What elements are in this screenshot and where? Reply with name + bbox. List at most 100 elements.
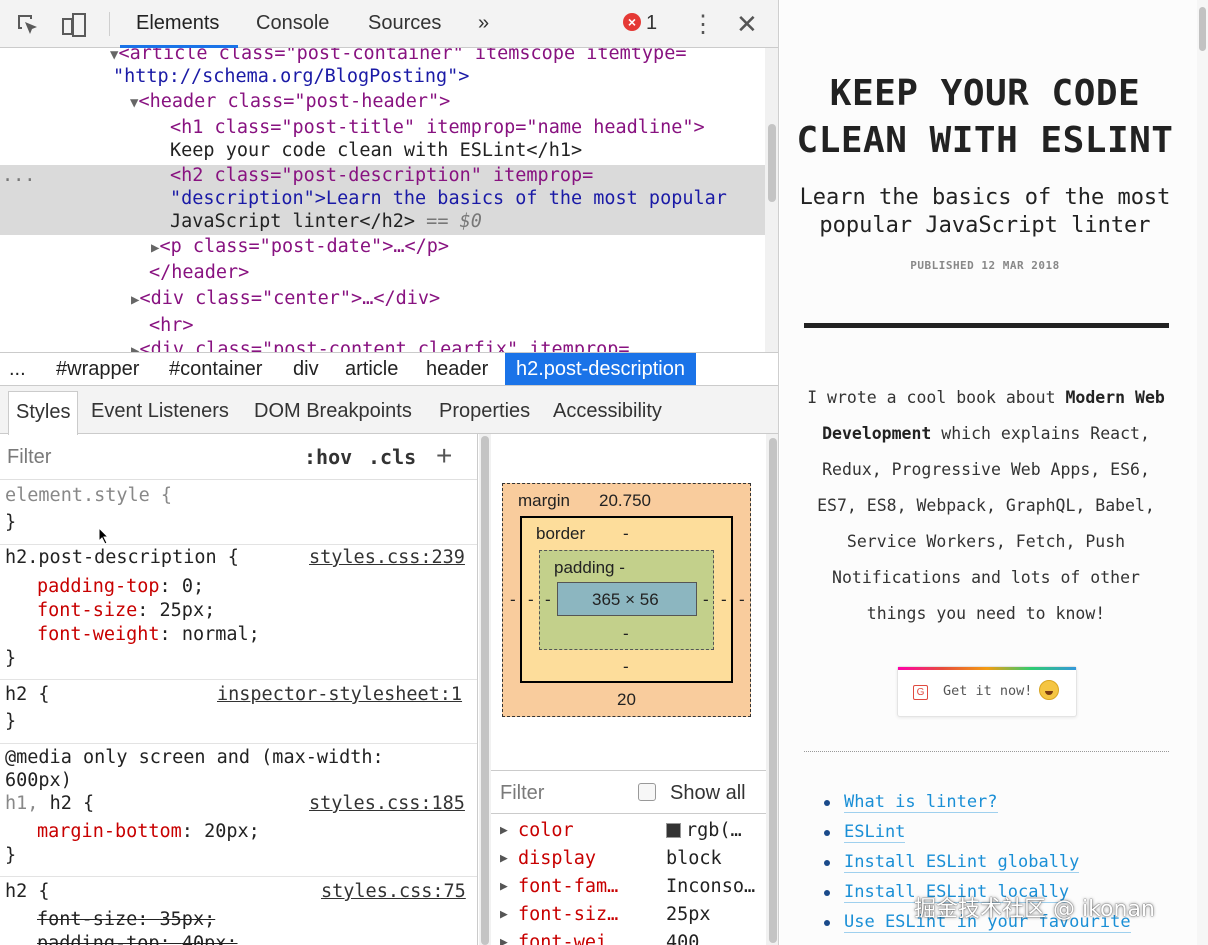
tab-styles[interactable]: Styles bbox=[8, 391, 79, 435]
tab-elements[interactable]: Elements bbox=[136, 12, 219, 35]
node-actions-ellipsis[interactable]: ... bbox=[2, 164, 35, 188]
rule-selector[interactable]: element.style { bbox=[5, 484, 172, 508]
error-icon[interactable]: × bbox=[623, 13, 641, 31]
computed-property-row[interactable]: ▶ display block bbox=[491, 846, 766, 874]
smile-emoji-icon bbox=[1039, 680, 1059, 700]
margin-left-value[interactable]: - bbox=[510, 590, 516, 610]
watermark: 掘金技术社区 @ ikonan bbox=[914, 897, 1155, 922]
computed-property-value: Inconso… bbox=[666, 876, 756, 897]
dom-header-close[interactable]: </header> bbox=[149, 261, 249, 285]
tab-accessibility[interactable]: Accessibility bbox=[553, 400, 662, 423]
breadcrumb-header[interactable]: header bbox=[426, 358, 488, 381]
hover-state-toggle[interactable]: :hov bbox=[304, 445, 352, 469]
computed-scrollbar[interactable] bbox=[766, 434, 778, 945]
toc-item: Install ESLint globally bbox=[820, 850, 1180, 880]
tab-console[interactable]: Console bbox=[256, 12, 329, 35]
class-toggle[interactable]: .cls bbox=[368, 445, 416, 469]
breadcrumb-div[interactable]: div bbox=[293, 358, 319, 381]
breadcrumb-wrapper[interactable]: #wrapper bbox=[56, 358, 139, 381]
rule-selector[interactable]: h2.post-description { bbox=[5, 546, 239, 570]
dom-node-p-date[interactable]: ▶<p class="post-date">…</p> bbox=[151, 235, 449, 260]
css-declaration[interactable]: margin-bottom: 20px; bbox=[37, 820, 260, 844]
tab-event-listeners[interactable]: Event Listeners bbox=[91, 400, 229, 423]
source-link[interactable]: styles.css:185 bbox=[309, 793, 465, 814]
css-declaration-overridden[interactable]: padding-top: 40px; bbox=[37, 932, 238, 945]
error-count[interactable]: 1 bbox=[646, 12, 657, 35]
dom-node-header[interactable]: ▼<header class="post-header"> bbox=[130, 90, 450, 115]
margin-right-value[interactable]: - bbox=[739, 590, 745, 610]
breadcrumb-h2-post-description[interactable]: h2.post-description bbox=[505, 353, 696, 385]
page-scrollbar-thumb[interactable] bbox=[1199, 7, 1206, 51]
breadcrumb: ... #wrapper #container div article head… bbox=[0, 352, 778, 386]
intro-text: I wrote a cool book about bbox=[807, 388, 1066, 407]
css-declaration[interactable]: padding-top: 0; bbox=[37, 575, 204, 599]
border-bottom-value[interactable]: - bbox=[623, 657, 629, 677]
get-it-now-button[interactable]: G Get it now! bbox=[897, 666, 1077, 717]
toc-item: What is linter? bbox=[820, 790, 1180, 820]
computed-filter-input[interactable]: Filter bbox=[500, 782, 544, 805]
device-toolbar-icon[interactable] bbox=[60, 11, 88, 39]
show-all-checkbox[interactable] bbox=[638, 783, 656, 801]
more-tabs-button[interactable]: » bbox=[478, 12, 489, 35]
dom-scrollbar-thumb[interactable] bbox=[768, 124, 776, 202]
css-declaration[interactable]: font-weight: normal; bbox=[37, 623, 260, 647]
source-link[interactable]: styles.css:239 bbox=[309, 547, 465, 568]
toc-link[interactable]: ESLint bbox=[844, 822, 906, 843]
css-declaration[interactable]: font-size: 25px; bbox=[37, 599, 215, 623]
page-scrollbar[interactable] bbox=[1197, 0, 1208, 945]
border-left-value[interactable]: - bbox=[528, 590, 534, 610]
close-icon[interactable]: ✕ bbox=[736, 9, 758, 40]
menu-icon[interactable]: ⋮ bbox=[691, 10, 715, 39]
styles-filter-input[interactable]: Filter bbox=[7, 446, 51, 469]
new-style-rule-icon[interactable]: + bbox=[436, 440, 452, 472]
border-top-value[interactable]: - bbox=[623, 524, 629, 544]
styles-scrollbar-thumb[interactable] bbox=[481, 436, 489, 945]
computed-property-row[interactable]: ▶ color rgb(… bbox=[491, 818, 766, 846]
tab-sources[interactable]: Sources bbox=[368, 12, 441, 35]
color-swatch[interactable] bbox=[666, 823, 681, 838]
tab-properties[interactable]: Properties bbox=[439, 400, 530, 423]
expand-triangle-icon[interactable]: ▶ bbox=[500, 935, 508, 945]
toc-link[interactable]: Install ESLint globally bbox=[844, 852, 1080, 873]
source-link[interactable]: inspector-stylesheet:1 bbox=[217, 684, 462, 705]
expand-triangle-icon[interactable]: ▶ bbox=[500, 823, 508, 838]
breadcrumb-more[interactable]: ... bbox=[9, 358, 26, 381]
tab-dom-breakpoints[interactable]: DOM Breakpoints bbox=[254, 400, 412, 423]
breadcrumb-container[interactable]: #container bbox=[169, 358, 262, 381]
content-size[interactable]: 365 × 56 bbox=[592, 590, 659, 610]
toc-link[interactable]: What is linter? bbox=[844, 792, 998, 813]
computed-scrollbar-thumb[interactable] bbox=[769, 438, 777, 943]
rule-selector[interactable]: h1, h2 { bbox=[5, 792, 94, 816]
dom-tree[interactable]: ▼<article class="post-container" itemsco… bbox=[0, 48, 765, 352]
margin-top-value[interactable]: 20.750 bbox=[599, 491, 651, 511]
inspect-element-icon[interactable] bbox=[14, 11, 42, 39]
dom-node-h1[interactable]: <h1 class="post-title" itemprop="name he… bbox=[170, 116, 705, 140]
source-link[interactable]: styles.css:75 bbox=[321, 881, 466, 902]
dom-node-h2[interactable]: <h2 class="post-description" itemprop= bbox=[170, 164, 593, 188]
show-all-label[interactable]: Show all bbox=[670, 782, 746, 805]
computed-property-row[interactable]: ▶ font-fam… Inconso… bbox=[491, 874, 766, 902]
computed-property-row[interactable]: ▶ font-wei… 400 bbox=[491, 930, 766, 945]
padding-left-value[interactable]: - bbox=[545, 590, 551, 610]
css-declaration-overridden[interactable]: font-size: 35px; bbox=[37, 908, 215, 932]
computed-property-value: 400 bbox=[666, 932, 700, 945]
border-right-value[interactable]: - bbox=[721, 590, 727, 610]
rule-selector[interactable]: h2 { bbox=[5, 683, 50, 707]
breadcrumb-article[interactable]: article bbox=[345, 358, 398, 381]
dom-node-div-center[interactable]: ▶<div class="center">…</div> bbox=[131, 287, 440, 312]
expand-triangle-icon[interactable]: ▶ bbox=[500, 907, 508, 922]
styles-scrollbar[interactable] bbox=[479, 434, 491, 945]
padding-right-value[interactable]: - bbox=[703, 590, 709, 610]
computed-property-value-wrap: rgb(… bbox=[666, 820, 742, 841]
margin-bottom-value[interactable]: 20 bbox=[617, 690, 636, 710]
expand-triangle-icon[interactable]: ▶ bbox=[500, 879, 508, 894]
post-description-line: popular JavaScript linter bbox=[819, 213, 1151, 238]
dom-scrollbar[interactable] bbox=[765, 48, 778, 352]
rule-selector[interactable]: h2 { bbox=[5, 880, 50, 904]
computed-property-row[interactable]: ▶ font-siz… 25px bbox=[491, 902, 766, 930]
expand-triangle-icon[interactable]: ▶ bbox=[500, 851, 508, 866]
padding-bottom-value[interactable]: - bbox=[623, 624, 629, 644]
dom-node-hr[interactable]: <hr> bbox=[149, 314, 194, 338]
dom-node-div-content[interactable]: ▶<div class="post-content clearfix" item… bbox=[131, 338, 630, 352]
dotted-divider bbox=[804, 751, 1169, 752]
